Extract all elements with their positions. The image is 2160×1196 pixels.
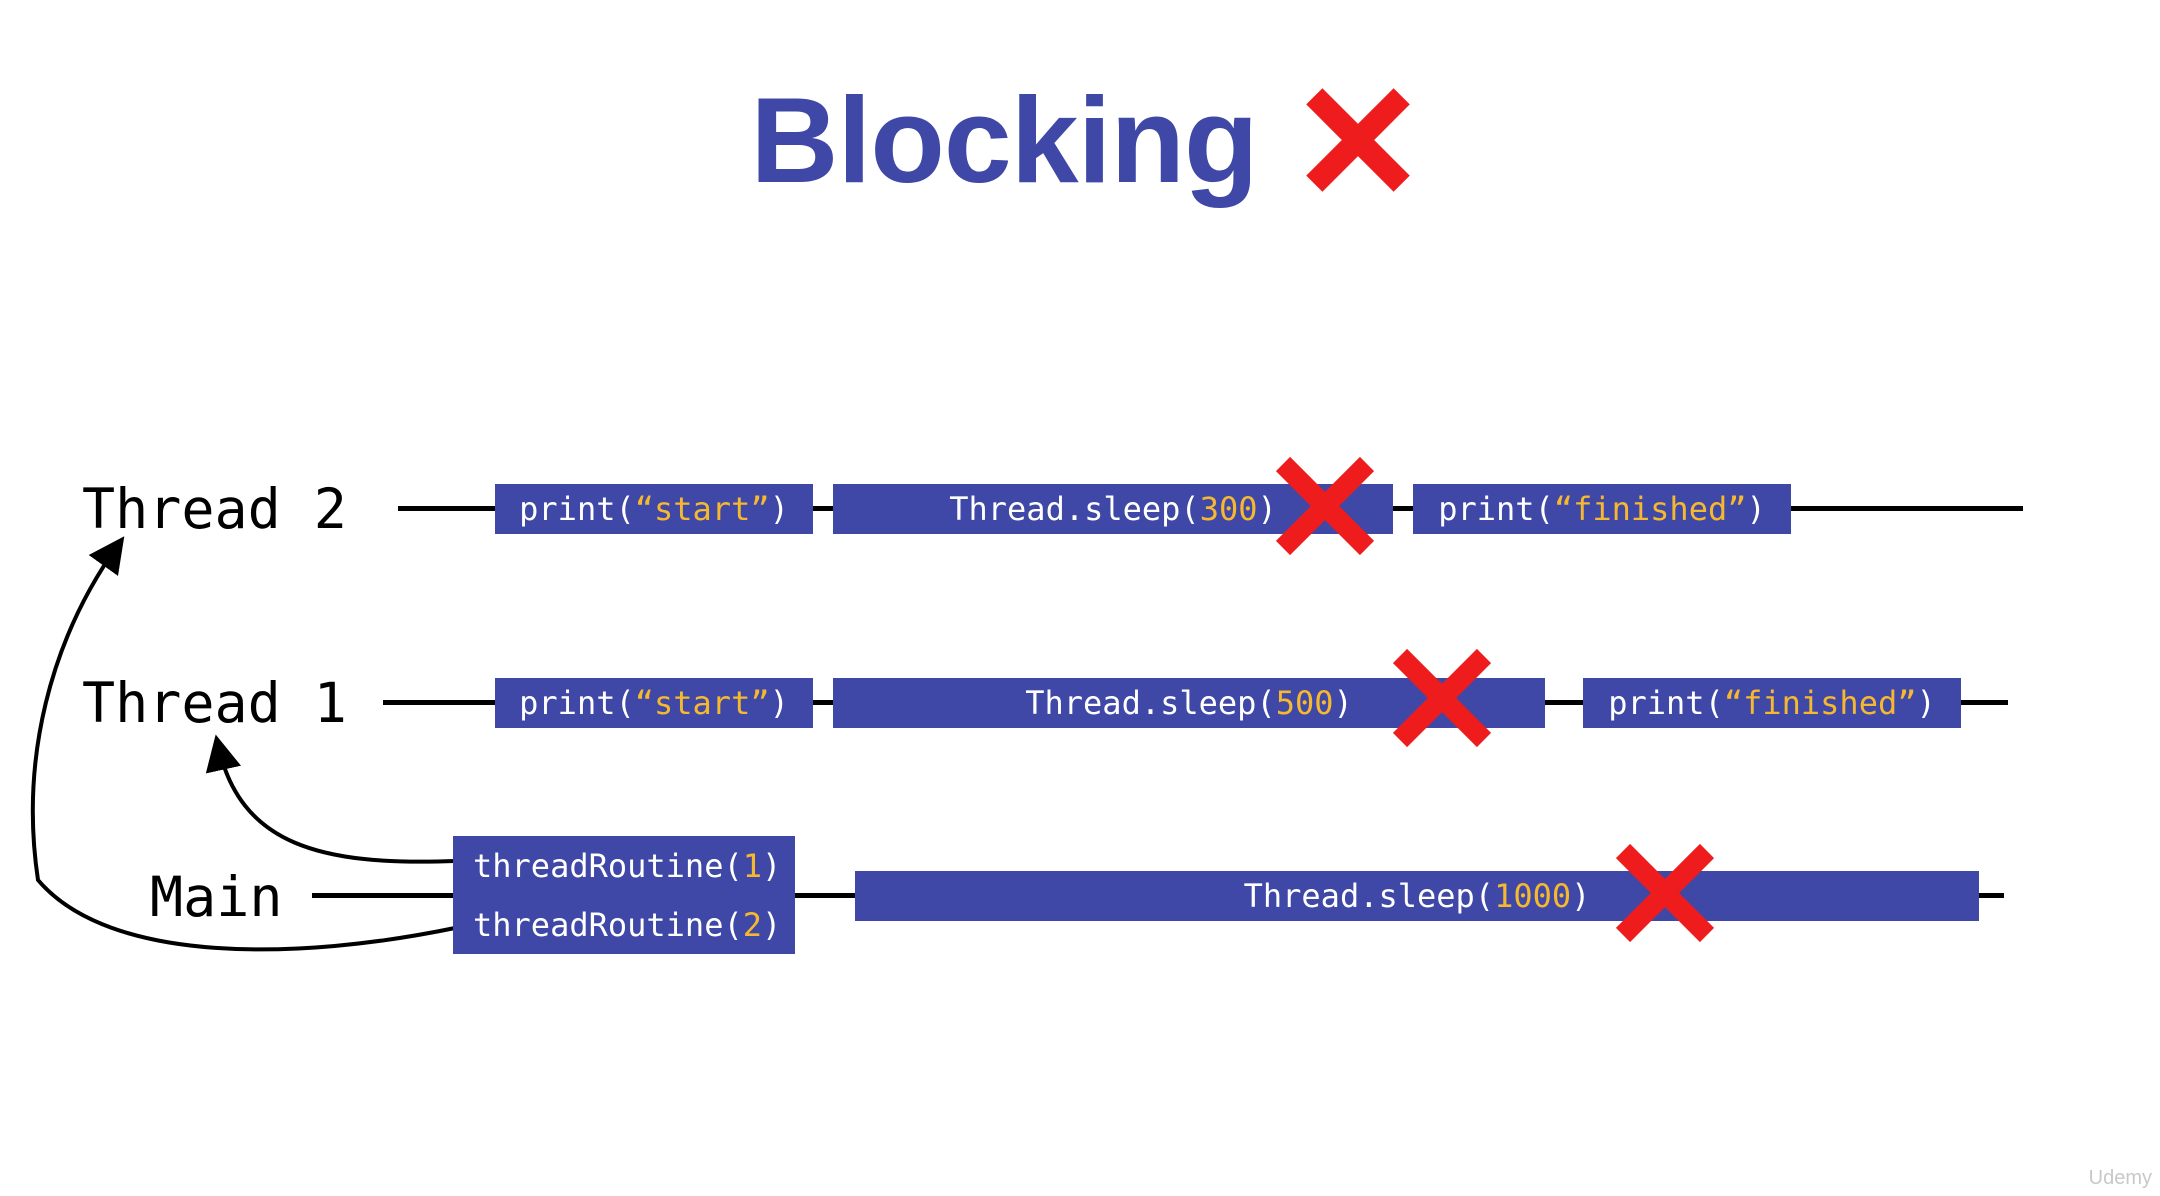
thread-1-print-start: print(“start”) — [495, 678, 813, 728]
udemy-watermark: Udemy — [2088, 1167, 2152, 1189]
cross-icon — [1275, 456, 1375, 556]
thread-1-label: Thread 1 — [82, 671, 347, 735]
cross-icon — [1392, 648, 1492, 748]
arrow-to-thread-1 — [205, 734, 456, 864]
thread-routine-call-1: threadRoutine(1) — [473, 846, 782, 885]
main-calls-block: threadRoutine(1) threadRoutine(2) — [453, 836, 795, 954]
thread-2-print-start: print(“start”) — [495, 484, 813, 534]
main-sleep: Thread.sleep(1000) — [855, 871, 1979, 921]
thread-2-print-finished: print(“finished”) — [1413, 484, 1791, 534]
spawn-arrows — [30, 536, 456, 952]
thread-routine-call-2: threadRoutine(2) — [473, 905, 782, 944]
main-label: Main — [150, 865, 283, 929]
thread-1-print-finished: print(“finished”) — [1583, 678, 1961, 728]
thread-2-label: Thread 2 — [82, 477, 347, 541]
cross-icon — [1615, 843, 1715, 943]
